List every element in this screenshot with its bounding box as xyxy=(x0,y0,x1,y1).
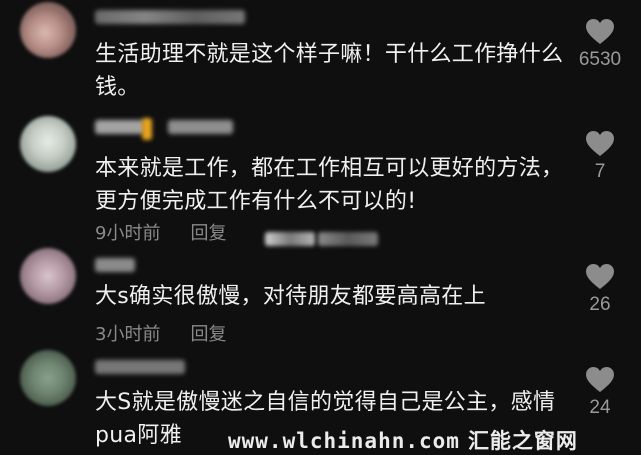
watermark-url: www.wlchinahn.com xyxy=(228,429,460,453)
comment-text: 生活助理不就是这个样子嘛！干什么工作挣什么钱。 xyxy=(95,42,564,100)
heart-icon xyxy=(586,264,614,289)
comment-text: 大s确实很傲慢，对待朋友都要高高在上 xyxy=(95,284,486,309)
comment-page: { "colors": { "background": "#0f0f10", "… xyxy=(0,0,641,453)
avatar[interactable] xyxy=(20,116,76,172)
comment-item: 本来就是工作，都在工作相互可以更好的方法，更方便完成工作有什么不可以的! 9小时… xyxy=(0,108,641,248)
comment-text: 本来就是工作，都在工作相互可以更好的方法，更方便完成工作有什么不可以的! xyxy=(95,156,564,214)
like-count: 24 xyxy=(589,397,611,418)
like-button[interactable]: 26 xyxy=(569,263,631,316)
reply-button[interactable]: 回复 xyxy=(190,219,226,245)
like-count: 7 xyxy=(594,161,606,182)
heart-icon xyxy=(586,131,614,156)
comment-item: 生活助理不就是这个样子嘛！干什么工作挣什么钱。 6530 xyxy=(0,0,641,108)
avatar[interactable] xyxy=(20,350,76,406)
like-button[interactable]: 24 xyxy=(569,366,631,419)
comment-item: 大s确实很傲慢，对待朋友都要高高在上 3小时前 回复 26 xyxy=(0,248,641,348)
watermark-brand: 汇能之窗网 xyxy=(467,429,578,453)
blurred-chip xyxy=(318,232,378,246)
comment-meta: 3小时前 回复 xyxy=(95,320,226,346)
comment-time: 3小时前 xyxy=(95,324,161,345)
user-badge xyxy=(142,118,152,140)
blurred-chip xyxy=(265,232,315,246)
comment-meta: 9小时前 回复 xyxy=(95,219,226,245)
username[interactable] xyxy=(95,120,145,134)
username xyxy=(168,120,233,134)
like-count: 6530 xyxy=(578,49,622,70)
comment-time: 9小时前 xyxy=(95,223,161,244)
like-button[interactable]: 7 xyxy=(569,130,631,183)
like-button[interactable]: 6530 xyxy=(569,18,631,71)
avatar[interactable] xyxy=(20,248,76,304)
watermark: www.wlchinahn.com 汇能之窗网 xyxy=(228,425,578,455)
heart-icon xyxy=(586,367,614,392)
reply-button[interactable]: 回复 xyxy=(190,320,226,346)
heart-icon xyxy=(586,19,614,44)
username[interactable] xyxy=(95,10,245,24)
avatar[interactable] xyxy=(20,2,76,58)
username[interactable] xyxy=(95,258,135,272)
username[interactable] xyxy=(95,360,185,374)
like-count: 26 xyxy=(589,294,611,315)
